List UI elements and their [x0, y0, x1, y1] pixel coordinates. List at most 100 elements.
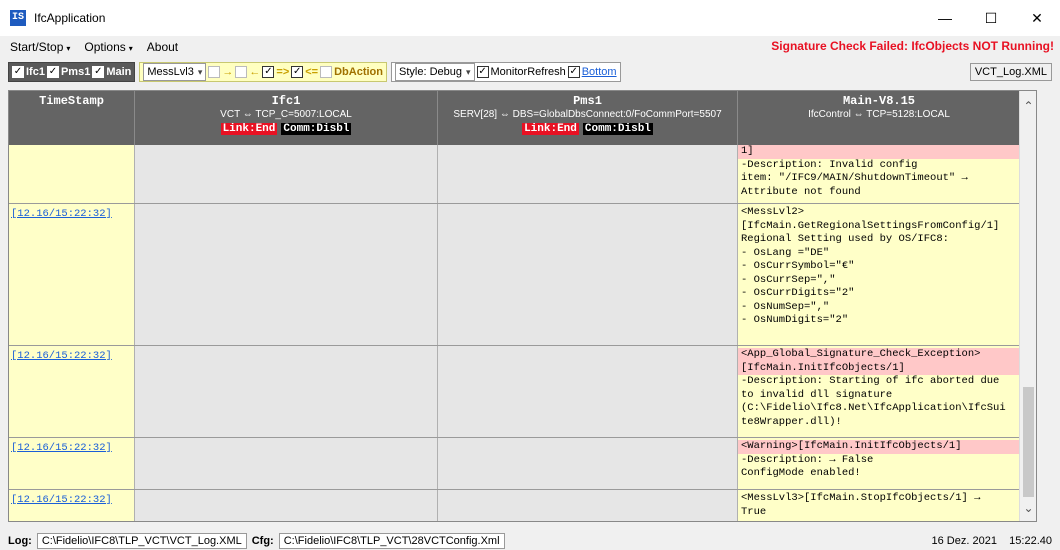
table-row[interactable]: [12.16/15:22:32] <Warning>[IfcMain.InitI… [9, 438, 1036, 490]
ifc1-cell [135, 204, 438, 345]
send-checkbox[interactable]: ✓ [262, 66, 275, 78]
table-row[interactable]: [12.16/15:22:32] <App_Global_Signature_C… [9, 346, 1036, 438]
log-rows: 1] -Description: Invalid config item: "/I… [9, 145, 1036, 521]
window-title: IfcApplication [34, 11, 106, 25]
pms1-cell [438, 346, 738, 437]
chevron-down-icon: ▾ [128, 44, 133, 53]
minimize-button[interactable]: — [922, 0, 968, 36]
timestamp-cell: [12.16/15:22:32] [9, 204, 135, 345]
view-options-group: Style: Debug ▾ ✓ MonitorRefresh ✓ Bottom [391, 62, 621, 82]
ifc1-connection: VCT ⇔ TCP_C=5007:LOCAL [220, 109, 352, 120]
ifc1-cell [135, 145, 438, 203]
toolbar: ✓ Ifc1 ✓ Pms1 ✓ Main MessLvl3 ▾ → ← ✓ =>… [8, 60, 1058, 84]
log-grid: TimeStamp Ifc1 VCT ⇔ TCP_C=5007:LOCAL Li… [8, 90, 1037, 522]
pms1-cell [438, 204, 738, 345]
app-icon: IS [10, 10, 26, 26]
monitor-refresh-checkbox[interactable]: ✓ [476, 66, 489, 78]
table-row[interactable]: [12.16/15:22:32] <MessLvl3>[IfcMain.Stop… [9, 490, 1036, 521]
ifc1-link-status: Link:End [220, 123, 278, 135]
menu-about[interactable]: About [147, 40, 178, 54]
signature-alert: Signature Check Failed: IfcObjects NOT R… [771, 39, 1054, 53]
entry-header: <Warning>[IfcMain.InitIfcObjects/1] [738, 440, 1020, 454]
chevron-down-icon: ▾ [197, 66, 203, 77]
pms1-link-status: Link:End [522, 123, 579, 135]
column-header-pms1[interactable]: Pms1 SERV[28] ⇔ DBS=GlobalDbsConnect:0/F… [438, 91, 738, 145]
menu-start-stop[interactable]: Start/Stop ▾ [10, 40, 70, 54]
main-connection: IfcControl ⇔ TCP=5128:LOCAL [808, 109, 950, 120]
timestamp-cell: [12.16/15:22:32] [9, 438, 135, 489]
ifc1-cell [135, 346, 438, 437]
maximize-button[interactable]: ☐ [968, 0, 1014, 36]
close-button[interactable]: ✕ [1014, 0, 1060, 36]
entry-body: -Description: Invalid config item: "/IFC… [741, 158, 968, 198]
timestamp-cell [9, 145, 135, 203]
grid-header: TimeStamp Ifc1 VCT ⇔ TCP_C=5007:LOCAL Li… [9, 91, 1021, 145]
pms1-cell [438, 490, 738, 521]
column-header-ifc1[interactable]: Ifc1 VCT ⇔ TCP_C=5007:LOCAL Link:End Comm… [135, 91, 438, 145]
main-cell: <App_Global_Signature_Check_Exception> [… [738, 346, 1021, 437]
vertical-scrollbar[interactable]: ⌃ ⌄ [1019, 91, 1036, 521]
scroll-up-icon[interactable]: ⌃ [1020, 99, 1036, 113]
main-label: Main [106, 66, 132, 78]
style-select[interactable]: Style: Debug ▾ [395, 63, 475, 81]
status-bar: Log: C:\Fidelio\IFC8\TLP_VCT\VCT_Log.XML… [8, 531, 1058, 550]
timestamp-link[interactable]: [12.16/15:22:32] [11, 350, 112, 362]
ifc1-comm-status: Comm:Disbl [281, 123, 352, 135]
entry-header: <App_Global_Signature_Check_Exception> [… [738, 348, 1020, 375]
timestamp-cell: [12.16/15:22:32] [9, 346, 135, 437]
pms1-cell [438, 145, 738, 203]
main-cell: <MessLvl3>[IfcMain.StopIfcObjects/1] → T… [738, 490, 1021, 521]
log-label: Log: [8, 534, 32, 547]
pms1-connection: SERV[28] ⇔ DBS=GlobalDbsConnect:0/FoComm… [453, 109, 722, 120]
main-checkbox[interactable]: ✓ [92, 66, 105, 78]
bottom-link[interactable]: Bottom [582, 66, 617, 78]
entry-header: 1] [738, 145, 1020, 159]
pms1-checkbox[interactable]: ✓ [46, 66, 59, 78]
dbaction-label: DbAction [334, 66, 383, 78]
table-row[interactable]: 1] -Description: Invalid config item: "/I… [9, 145, 1036, 204]
main-cell: <MessLvl2> [IfcMain.GetRegionalSettingsF… [738, 204, 1021, 345]
log-path[interactable]: C:\Fidelio\IFC8\TLP_VCT\VCT_Log.XML [36, 532, 247, 549]
pms1-comm-status: Comm:Disbl [582, 123, 653, 135]
timestamp-link[interactable]: [12.16/15:22:32] [11, 208, 112, 220]
entry-body: <MessLvl3>[IfcMain.StopIfcObjects/1] → T… [741, 492, 981, 518]
table-row[interactable]: [12.16/15:22:32] <MessLvl2> [IfcMain.Get… [9, 204, 1036, 346]
column-header-timestamp[interactable]: TimeStamp [9, 91, 135, 145]
main-cell: 1] -Description: Invalid config item: "/I… [738, 145, 1021, 203]
timestamp-link[interactable]: [12.16/15:22:32] [11, 442, 112, 454]
interface-filter-group: ✓ Ifc1 ✓ Pms1 ✓ Main [8, 62, 136, 82]
entry-body: <MessLvl2> [IfcMain.GetRegionalSettingsF… [741, 206, 1000, 326]
level-select[interactable]: MessLvl3 ▾ [143, 63, 207, 81]
timestamp-cell: [12.16/15:22:32] [9, 490, 135, 521]
out-checkbox[interactable] [208, 66, 221, 78]
in-arrow: ← [249, 66, 261, 78]
monitor-refresh-label: MonitorRefresh [490, 66, 566, 78]
cfg-path[interactable]: C:\Fidelio\IFC8\TLP_VCT\28VCTConfig.Xml [278, 532, 505, 549]
receive-checkbox[interactable]: ✓ [291, 66, 304, 78]
column-header-main[interactable]: Main-V8.15 IfcControl ⇔ TCP=5128:LOCAL [738, 91, 1021, 145]
ifc1-label: Ifc1 [26, 66, 45, 78]
scroll-down-icon[interactable]: ⌄ [1020, 501, 1036, 515]
ifc1-cell [135, 438, 438, 489]
ifc1-cell [135, 490, 438, 521]
dbaction-checkbox[interactable] [320, 66, 333, 78]
in-checkbox[interactable] [235, 66, 248, 78]
cfg-label: Cfg: [251, 534, 274, 547]
scroll-thumb[interactable] [1023, 387, 1034, 497]
timestamp-link[interactable]: [12.16/15:22:32] [11, 494, 112, 506]
log-file-button[interactable]: VCT_Log.XML [969, 63, 1052, 81]
level-direction-group: MessLvl3 ▾ → ← ✓ => ✓ <= DbAction [139, 62, 387, 82]
title-bar: IS IfcApplication — ☐ ✕ [0, 0, 1060, 36]
menu-options[interactable]: Options ▾ [84, 40, 132, 54]
pms1-label: Pms1 [60, 66, 91, 78]
send-arrow: => [276, 66, 290, 78]
entry-body: -Description: Starting of ifc aborted du… [741, 375, 1006, 428]
receive-arrow: <= [305, 66, 319, 78]
ifc1-checkbox[interactable]: ✓ [12, 66, 24, 78]
chevron-down-icon: ▾ [66, 44, 71, 53]
out-arrow: → [222, 66, 234, 78]
bottom-checkbox[interactable]: ✓ [567, 66, 580, 78]
main-cell: <Warning>[IfcMain.InitIfcObjects/1] -Desc… [738, 438, 1021, 489]
chevron-down-icon: ▾ [465, 66, 471, 77]
entry-body: -Description: → False ConfigMode enabled… [741, 453, 874, 480]
